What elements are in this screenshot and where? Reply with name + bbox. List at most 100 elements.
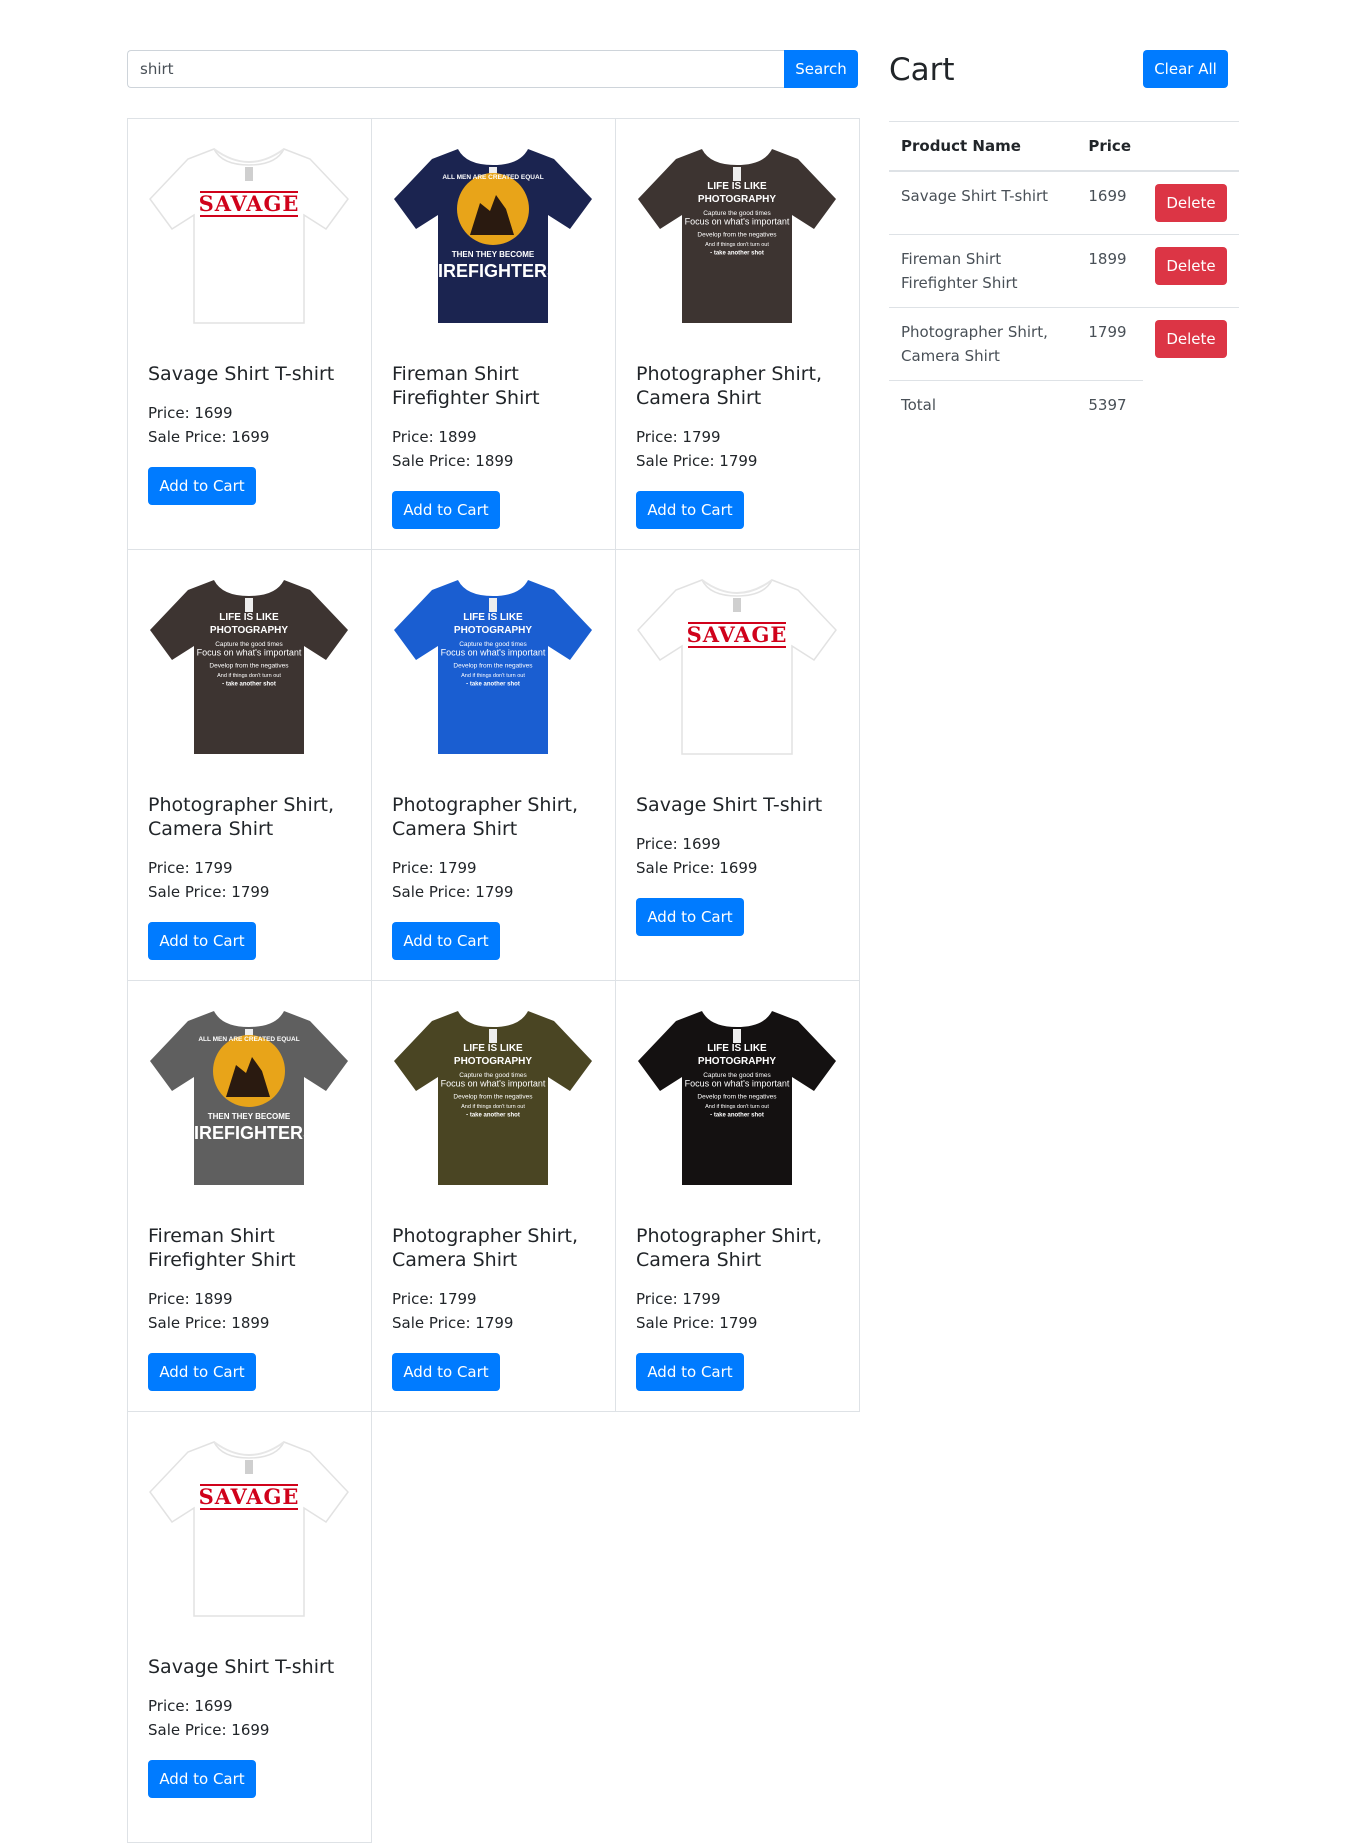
- product-sale-price: Sale Price: 1899: [148, 1314, 270, 1332]
- product-sale-price: Sale Price: 1799: [636, 1314, 758, 1332]
- cart-item-actions: Delete: [1143, 307, 1239, 381]
- cart-row: Savage Shirt T-shirt 1699 Delete: [889, 170, 1239, 235]
- search-button[interactable]: Search: [784, 50, 858, 88]
- cart-item-price: 1799: [1076, 307, 1143, 381]
- add-to-cart-button[interactable]: Add to Cart: [148, 1760, 256, 1798]
- delete-button[interactable]: Delete: [1155, 247, 1227, 285]
- cart-title: Cart: [889, 52, 955, 88]
- print-top-text: ALL MEN ARE CREATED EQUAL: [442, 174, 543, 181]
- product-card: ALL MEN ARE CREATED EQUAL THEN THEY BECOM…: [371, 118, 616, 550]
- add-to-cart-button[interactable]: Add to Cart: [148, 467, 256, 505]
- print-photo-line: - take another shot: [710, 251, 764, 257]
- header-product-name: Product Name: [889, 121, 1077, 172]
- print-photo-line: Develop from the negatives: [209, 663, 289, 670]
- print-rule: [200, 215, 298, 217]
- print-photo-line: PHOTOGRAPHY: [698, 1056, 776, 1067]
- product-image: ALL MEN ARE CREATED EQUAL THEN THEY BECOM…: [394, 148, 592, 323]
- print-photo-line: And if things don't turn out: [705, 242, 769, 248]
- product-sale-price: Sale Price: 1699: [148, 428, 270, 446]
- cart-item-name: Photographer Shirt, Camera Shirt: [889, 307, 1077, 381]
- product-image: LIFE IS LIKEPHOTOGRAPHYCapture the good …: [150, 579, 348, 754]
- add-to-cart-button[interactable]: Add to Cart: [636, 1353, 744, 1391]
- delete-button[interactable]: Delete: [1155, 320, 1227, 358]
- cart-item-price: 1699: [1076, 170, 1143, 235]
- search-input[interactable]: [127, 50, 784, 88]
- product-price: Price: 1699: [148, 1697, 233, 1715]
- cart-item-actions: Delete: [1143, 234, 1239, 308]
- add-to-cart-button[interactable]: Add to Cart: [148, 922, 256, 960]
- product-sale-price: Sale Price: 1799: [148, 883, 270, 901]
- add-to-cart-button[interactable]: Add to Cart: [392, 491, 500, 529]
- product-image: SAVAGE: [149, 1441, 349, 1617]
- product-image: ALL MEN ARE CREATED EQUAL THEN THEY BECOM…: [150, 1010, 348, 1185]
- delete-button[interactable]: Delete: [1155, 184, 1227, 222]
- add-to-cart-button[interactable]: Add to Cart: [392, 1353, 500, 1391]
- tshirt-tag: [245, 167, 253, 181]
- tshirt-tag: [245, 1460, 253, 1474]
- print-photo-line: Focus on what's important: [441, 648, 546, 658]
- add-to-cart-button[interactable]: Add to Cart: [636, 491, 744, 529]
- cart-table: Product Name Price Savage Shirt T-shirt …: [889, 121, 1239, 429]
- print-rule: [200, 1508, 298, 1510]
- product-name: Savage Shirt T-shirt: [636, 794, 823, 816]
- add-to-cart-button[interactable]: Add to Cart: [636, 898, 744, 936]
- page: Search SAVAGE Savage Shirt T-shirt Price…: [0, 0, 1366, 1843]
- product-price: Price: 1799: [636, 1290, 721, 1308]
- product-name: Photographer Shirt, Camera Shirt: [392, 1225, 579, 1271]
- cart-header-row: Product Name Price: [889, 121, 1239, 172]
- product-name: Fireman Shirt Firefighter Shirt: [392, 363, 540, 409]
- cart-item-name: Savage Shirt T-shirt: [889, 170, 1077, 235]
- print-rule: [688, 622, 786, 624]
- tshirt-tag: [489, 1029, 497, 1043]
- product-name: Photographer Shirt, Camera Shirt: [148, 794, 335, 840]
- print-photo-line: Develop from the negatives: [453, 1094, 533, 1101]
- tshirt-tag: [489, 598, 497, 612]
- cart-total-row: Total 5397: [889, 380, 1239, 430]
- print-photo-line: PHOTOGRAPHY: [454, 625, 532, 636]
- product-image: LIFE IS LIKEPHOTOGRAPHYCapture the good …: [394, 1010, 592, 1185]
- clear-all-button[interactable]: Clear All: [1143, 50, 1228, 88]
- product-card: LIFE IS LIKE PHOTOGRAPHY Capture the good …: [371, 549, 616, 981]
- print-photo-line: And if things don't turn out: [705, 1104, 769, 1110]
- product-price: Price: 1799: [392, 859, 477, 877]
- product-price: Price: 1799: [392, 1290, 477, 1308]
- print-savage-text: SAVAGE: [199, 191, 300, 216]
- tshirt-tag: [733, 1029, 741, 1043]
- total-value: 5397: [1076, 380, 1143, 429]
- print-photo-line: And if things don't turn out: [461, 673, 525, 679]
- product-card: SAVAGE Savage Shirt T-shirt Price: 1699 S…: [615, 549, 860, 981]
- cart-item-name: Fireman Shirt Firefighter Shirt: [889, 234, 1077, 308]
- product-name: Photographer Shirt, Camera Shirt: [636, 363, 823, 409]
- add-to-cart-button[interactable]: Add to Cart: [148, 1353, 256, 1391]
- print-photo-line: - take another shot: [710, 1113, 764, 1119]
- product-grid: SAVAGE Savage Shirt T-shirt Price: 1699 S…: [127, 118, 860, 1843]
- print-photo-line: PHOTOGRAPHY: [210, 625, 288, 636]
- product-card: SAVAGE Savage Shirt T-shirt Price: 1699 S…: [127, 1411, 372, 1843]
- product-card: LIFE IS LIKE PHOTOGRAPHY Capture the good …: [371, 980, 616, 1412]
- product-image: LIFE IS LIKEPHOTOGRAPHYCapture the good …: [394, 579, 592, 754]
- product-image: LIFE IS LIKEPHOTOGRAPHYCapture the good …: [638, 148, 836, 323]
- product-price: Price: 1799: [148, 859, 233, 877]
- search-bar: Search: [127, 50, 858, 88]
- print-big-text: FIREFIGHTERS: [427, 261, 559, 281]
- print-photo-line: Focus on what's important: [685, 1079, 790, 1089]
- total-label: Total: [889, 380, 1077, 429]
- header-price: Price: [1076, 121, 1143, 172]
- print-photo-line: Develop from the negatives: [453, 663, 533, 670]
- product-sale-price: Sale Price: 1799: [636, 452, 758, 470]
- cart-item-price: 1899: [1076, 234, 1143, 308]
- print-photo-line: Focus on what's important: [441, 1079, 546, 1089]
- product-card: ALL MEN ARE CREATED EQUAL THEN THEY BECOM…: [127, 980, 372, 1412]
- product-image: SAVAGE: [637, 579, 837, 755]
- tshirt-tag: [733, 598, 741, 612]
- tshirt-tag: [733, 167, 741, 181]
- print-photo-line: And if things don't turn out: [217, 673, 281, 679]
- header-actions: [1143, 121, 1239, 172]
- print-photo-line: Develop from the negatives: [697, 1094, 777, 1101]
- product-card: LIFE IS LIKE PHOTOGRAPHY Capture the good …: [615, 118, 860, 550]
- total-empty-cell: [1143, 381, 1239, 430]
- print-photo-line: LIFE IS LIKE: [707, 1043, 767, 1054]
- add-to-cart-button[interactable]: Add to Cart: [392, 922, 500, 960]
- product-card: LIFE IS LIKE PHOTOGRAPHY Capture the good …: [127, 549, 372, 981]
- cart-item-actions: Delete: [1143, 170, 1239, 235]
